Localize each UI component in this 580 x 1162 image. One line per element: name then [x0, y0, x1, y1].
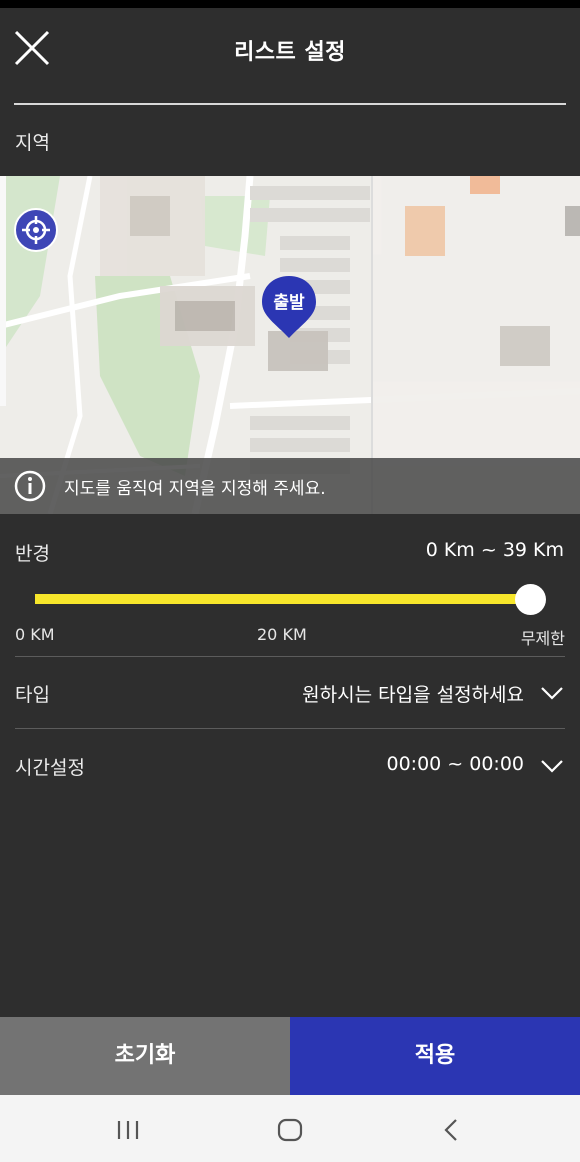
radius-slider-thumb[interactable] — [515, 584, 546, 615]
radius-tick-max: 무제한 — [520, 629, 565, 648]
divider — [15, 728, 565, 729]
locate-button[interactable] — [14, 208, 58, 252]
radius-value: 0 Km ~ 39 Km — [425, 539, 564, 561]
radius-label: 반경 — [15, 543, 50, 565]
time-label: 시간설정 — [15, 757, 85, 779]
action-bar: 초기화 적용 — [0, 1017, 580, 1095]
map-hint-text: 지도를 움직여 지역을 지정해 주세요. — [64, 479, 326, 499]
header: 리스트 설정 — [0, 8, 580, 105]
chevron-down-icon — [541, 760, 563, 773]
start-marker[interactable]: 출발 — [260, 274, 320, 340]
radius-tick-min: 0 KM — [15, 625, 55, 644]
chevron-down-icon — [541, 687, 563, 700]
header-divider — [14, 103, 566, 105]
recent-apps-icon[interactable] — [113, 1115, 143, 1145]
type-selector[interactable]: 타입 원하시는 타입을 설정하세요 — [0, 663, 580, 723]
time-value: 00:00 ~ 00:00 — [386, 753, 524, 775]
page-title: 리스트 설정 — [234, 40, 346, 65]
reset-button[interactable]: 초기화 — [0, 1017, 290, 1095]
apply-button[interactable]: 적용 — [290, 1017, 580, 1095]
radius-tick-mid: 20 KM — [257, 625, 307, 644]
map-hint-banner: 지도를 움직여 지역을 지정해 주세요. — [0, 458, 580, 514]
time-selector[interactable]: 시간설정 00:00 ~ 00:00 — [0, 736, 580, 796]
start-marker-label: 출발 — [273, 293, 305, 313]
region-label: 지역 — [15, 132, 50, 154]
system-nav-bar — [0, 1095, 580, 1162]
status-bar — [0, 0, 580, 8]
crosshair-icon — [22, 216, 50, 244]
type-value: 원하시는 타입을 설정하세요 — [302, 684, 524, 706]
divider — [15, 656, 565, 657]
home-icon[interactable] — [275, 1115, 305, 1145]
info-icon — [14, 470, 46, 502]
type-label: 타입 — [15, 684, 50, 706]
radius-slider-track[interactable] — [35, 594, 533, 604]
back-icon[interactable] — [437, 1115, 467, 1145]
